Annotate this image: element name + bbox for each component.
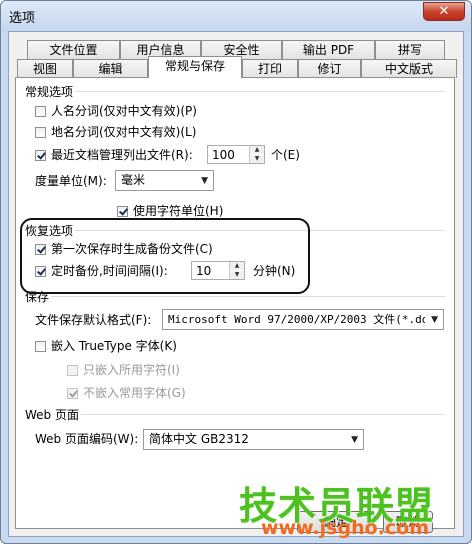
tab-revisions[interactable]: 修订 <box>298 59 361 78</box>
measure-unit-select[interactable]: 毫米 ▼ <box>115 170 214 191</box>
backup-interval-unit: 分钟(N) <box>253 264 296 278</box>
tab-file-locations[interactable]: 文件位置 <box>27 40 120 59</box>
default-format-label: 文件保存默认格式(F): <box>35 313 152 327</box>
tab-print[interactable]: 打印 <box>242 59 298 78</box>
group-divider <box>71 230 445 231</box>
tab-spelling[interactable]: 拼写 <box>375 40 445 59</box>
checkbox-box[interactable] <box>35 341 46 352</box>
checkbox-box[interactable] <box>35 106 46 117</box>
name-segment-checkbox[interactable]: 人名分词(仅对中文有效)(P) <box>35 103 197 119</box>
timed-backup-checkbox[interactable]: 定时备份,时间间隔(I): <box>35 263 168 279</box>
checkbox-box[interactable] <box>67 388 78 399</box>
close-button[interactable]: ✕ <box>423 2 465 21</box>
recent-count-unit: 个(E) <box>271 148 300 162</box>
recent-count-stepper[interactable]: 100 ▲ ▼ <box>207 145 265 164</box>
measure-unit-label: 度量单位(M): <box>35 174 107 188</box>
group-divider <box>71 91 445 92</box>
char-units-checkbox[interactable]: 使用字符单位(H) <box>117 203 223 219</box>
ok-button[interactable]: 确定 <box>297 511 375 533</box>
checkbox-box[interactable] <box>35 244 46 255</box>
checkbox-box[interactable] <box>35 127 46 138</box>
web-group-label: Web 页面 <box>23 406 81 423</box>
no-common-fonts-checkbox[interactable]: 不嵌入常用字体(G) <box>67 385 186 401</box>
tab-view[interactable]: 视图 <box>17 59 73 78</box>
spin-up-icon[interactable]: ▲ <box>250 146 264 154</box>
options-dialog: 选项 ✕ 文件位置 用户信息 安全性 输出 PDF 拼写 视图 编辑 常规与保存… <box>0 0 472 544</box>
recovery-group-label: 恢复选项 <box>23 222 76 239</box>
cancel-button[interactable]: 取消 <box>383 511 433 533</box>
tab-general-save[interactable]: 常规与保存 <box>148 56 242 78</box>
chevron-down-icon: ▼ <box>201 176 208 186</box>
group-divider <box>79 414 445 415</box>
save-group-label: 保存 <box>23 288 52 305</box>
chevron-down-icon: ▼ <box>431 315 438 325</box>
default-format-select[interactable]: Microsoft Word 97/2000/XP/2003 文件(*.doc)… <box>162 309 444 330</box>
tab-chinese-layout[interactable]: 中文版式 <box>361 59 457 78</box>
recent-files-checkbox[interactable]: 最近文档管理列出文件(R): <box>35 147 193 163</box>
group-divider <box>51 296 445 297</box>
spin-down-icon[interactable]: ▼ <box>230 271 244 279</box>
backup-interval-stepper[interactable]: 10 ▲ ▼ <box>191 261 245 280</box>
checkbox-box[interactable] <box>35 150 46 161</box>
web-encoding-value: 简体中文 GB2312 <box>149 432 249 446</box>
checkbox-box[interactable] <box>35 266 46 277</box>
spin-down-icon[interactable]: ▼ <box>250 155 264 163</box>
default-format-value: Microsoft Word 97/2000/XP/2003 文件(*.doc) <box>168 313 425 326</box>
close-icon: ✕ <box>438 4 450 19</box>
first-backup-checkbox[interactable]: 第一次保存时生成备份文件(C) <box>35 241 213 257</box>
recent-count-value: 100 <box>212 148 235 162</box>
tab-output-pdf[interactable]: 输出 PDF <box>282 40 375 59</box>
place-segment-checkbox[interactable]: 地名分词(仅对中文有效)(L) <box>35 124 196 140</box>
measure-unit-value: 毫米 <box>121 173 146 187</box>
chevron-down-icon: ▼ <box>351 435 358 445</box>
embed-used-chars-checkbox[interactable]: 只嵌入所用字符(I) <box>67 362 180 378</box>
tab-edit[interactable]: 编辑 <box>73 59 148 78</box>
title-bar: 选项 ✕ <box>1 1 471 31</box>
web-encoding-select[interactable]: 简体中文 GB2312 ▼ <box>143 429 364 450</box>
window-title: 选项 <box>9 11 36 26</box>
spin-up-icon[interactable]: ▲ <box>230 262 244 270</box>
checkbox-box[interactable] <box>117 206 128 217</box>
general-group-label: 常规选项 <box>23 83 76 100</box>
checkbox-box[interactable] <box>67 365 78 376</box>
web-encoding-label: Web 页面编码(W): <box>35 432 139 446</box>
backup-interval-value: 10 <box>196 264 212 278</box>
embed-truetype-checkbox[interactable]: 嵌入 TrueType 字体(K) <box>35 338 177 354</box>
